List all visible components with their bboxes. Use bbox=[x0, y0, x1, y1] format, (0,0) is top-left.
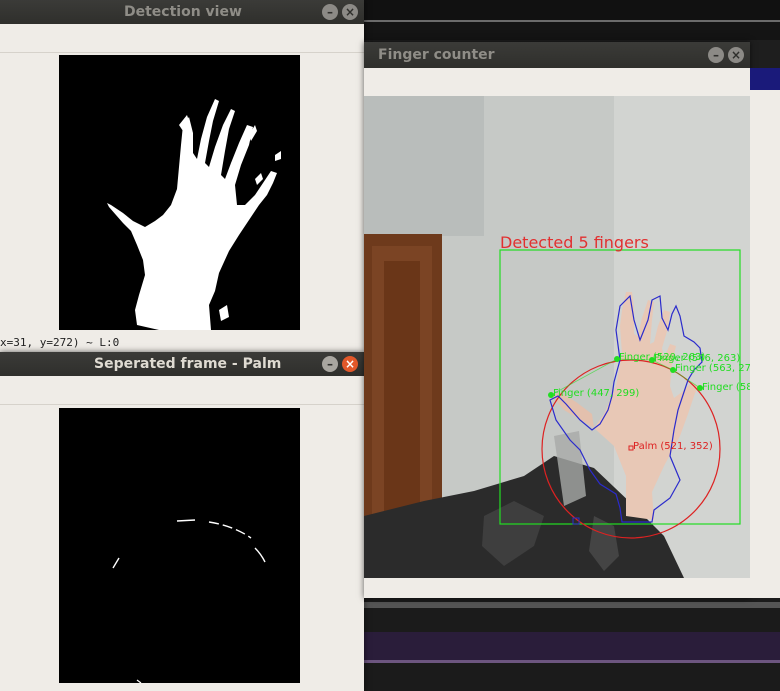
palm-label: Palm (521, 352) bbox=[633, 441, 713, 452]
minimize-button[interactable]: – bbox=[322, 4, 338, 20]
background-window-edge bbox=[750, 68, 780, 90]
palm-frame-window: Seperated frame - Palm – × bbox=[0, 352, 364, 691]
close-button[interactable]: × bbox=[342, 4, 358, 20]
close-button[interactable]: × bbox=[342, 356, 358, 372]
palm-frame-toolbar bbox=[0, 376, 364, 405]
finger-label: Finger (58 bbox=[702, 382, 753, 393]
detection-view-titlebar[interactable]: Detection view – × bbox=[0, 0, 364, 24]
background-window-panel bbox=[750, 90, 780, 598]
finger-counter-titlebar[interactable]: Finger counter – × bbox=[364, 42, 750, 68]
window-title: Finger counter bbox=[378, 47, 495, 63]
finger-counter-window: Finger counter – × bbox=[364, 42, 750, 598]
cursor-status: x=31, y=272) ~ L:0 bbox=[0, 336, 120, 349]
camera-scene bbox=[364, 96, 750, 578]
background-prompt-line bbox=[360, 632, 780, 660]
finger-label: Finger (447, 299) bbox=[553, 388, 640, 399]
background-terminal-strip bbox=[360, 22, 780, 40]
palm-edge-arcs bbox=[112, 519, 266, 684]
detection-view-toolbar bbox=[0, 24, 364, 53]
detected-fingers-label: Detected 5 fingers bbox=[500, 233, 649, 252]
detection-view-window: Detection view – × x=31, y=272) ~ L:0 bbox=[0, 0, 364, 352]
background-terminal-bottom bbox=[360, 598, 780, 691]
detection-mask-image[interactable] bbox=[59, 55, 300, 330]
finger-label: Finger (563, 27 bbox=[675, 363, 752, 374]
finger-counter-statusbar bbox=[364, 578, 750, 598]
close-button[interactable]: × bbox=[728, 47, 744, 63]
palm-edge-image[interactable] bbox=[59, 408, 300, 684]
camera-feed[interactable] bbox=[364, 96, 750, 578]
background-scrollbar bbox=[360, 602, 780, 608]
hand-mask-shape bbox=[107, 99, 281, 330]
background-terminal-top bbox=[360, 0, 780, 20]
minimize-button[interactable]: – bbox=[322, 356, 338, 372]
palm-frame-titlebar[interactable]: Seperated frame - Palm – × bbox=[0, 352, 364, 376]
window-title: Detection view bbox=[124, 4, 242, 20]
finger-counter-toolbar bbox=[364, 68, 750, 97]
minimize-button[interactable]: – bbox=[708, 47, 724, 63]
window-title: Seperated frame - Palm bbox=[94, 356, 282, 372]
background-prompt-underline bbox=[360, 660, 780, 663]
